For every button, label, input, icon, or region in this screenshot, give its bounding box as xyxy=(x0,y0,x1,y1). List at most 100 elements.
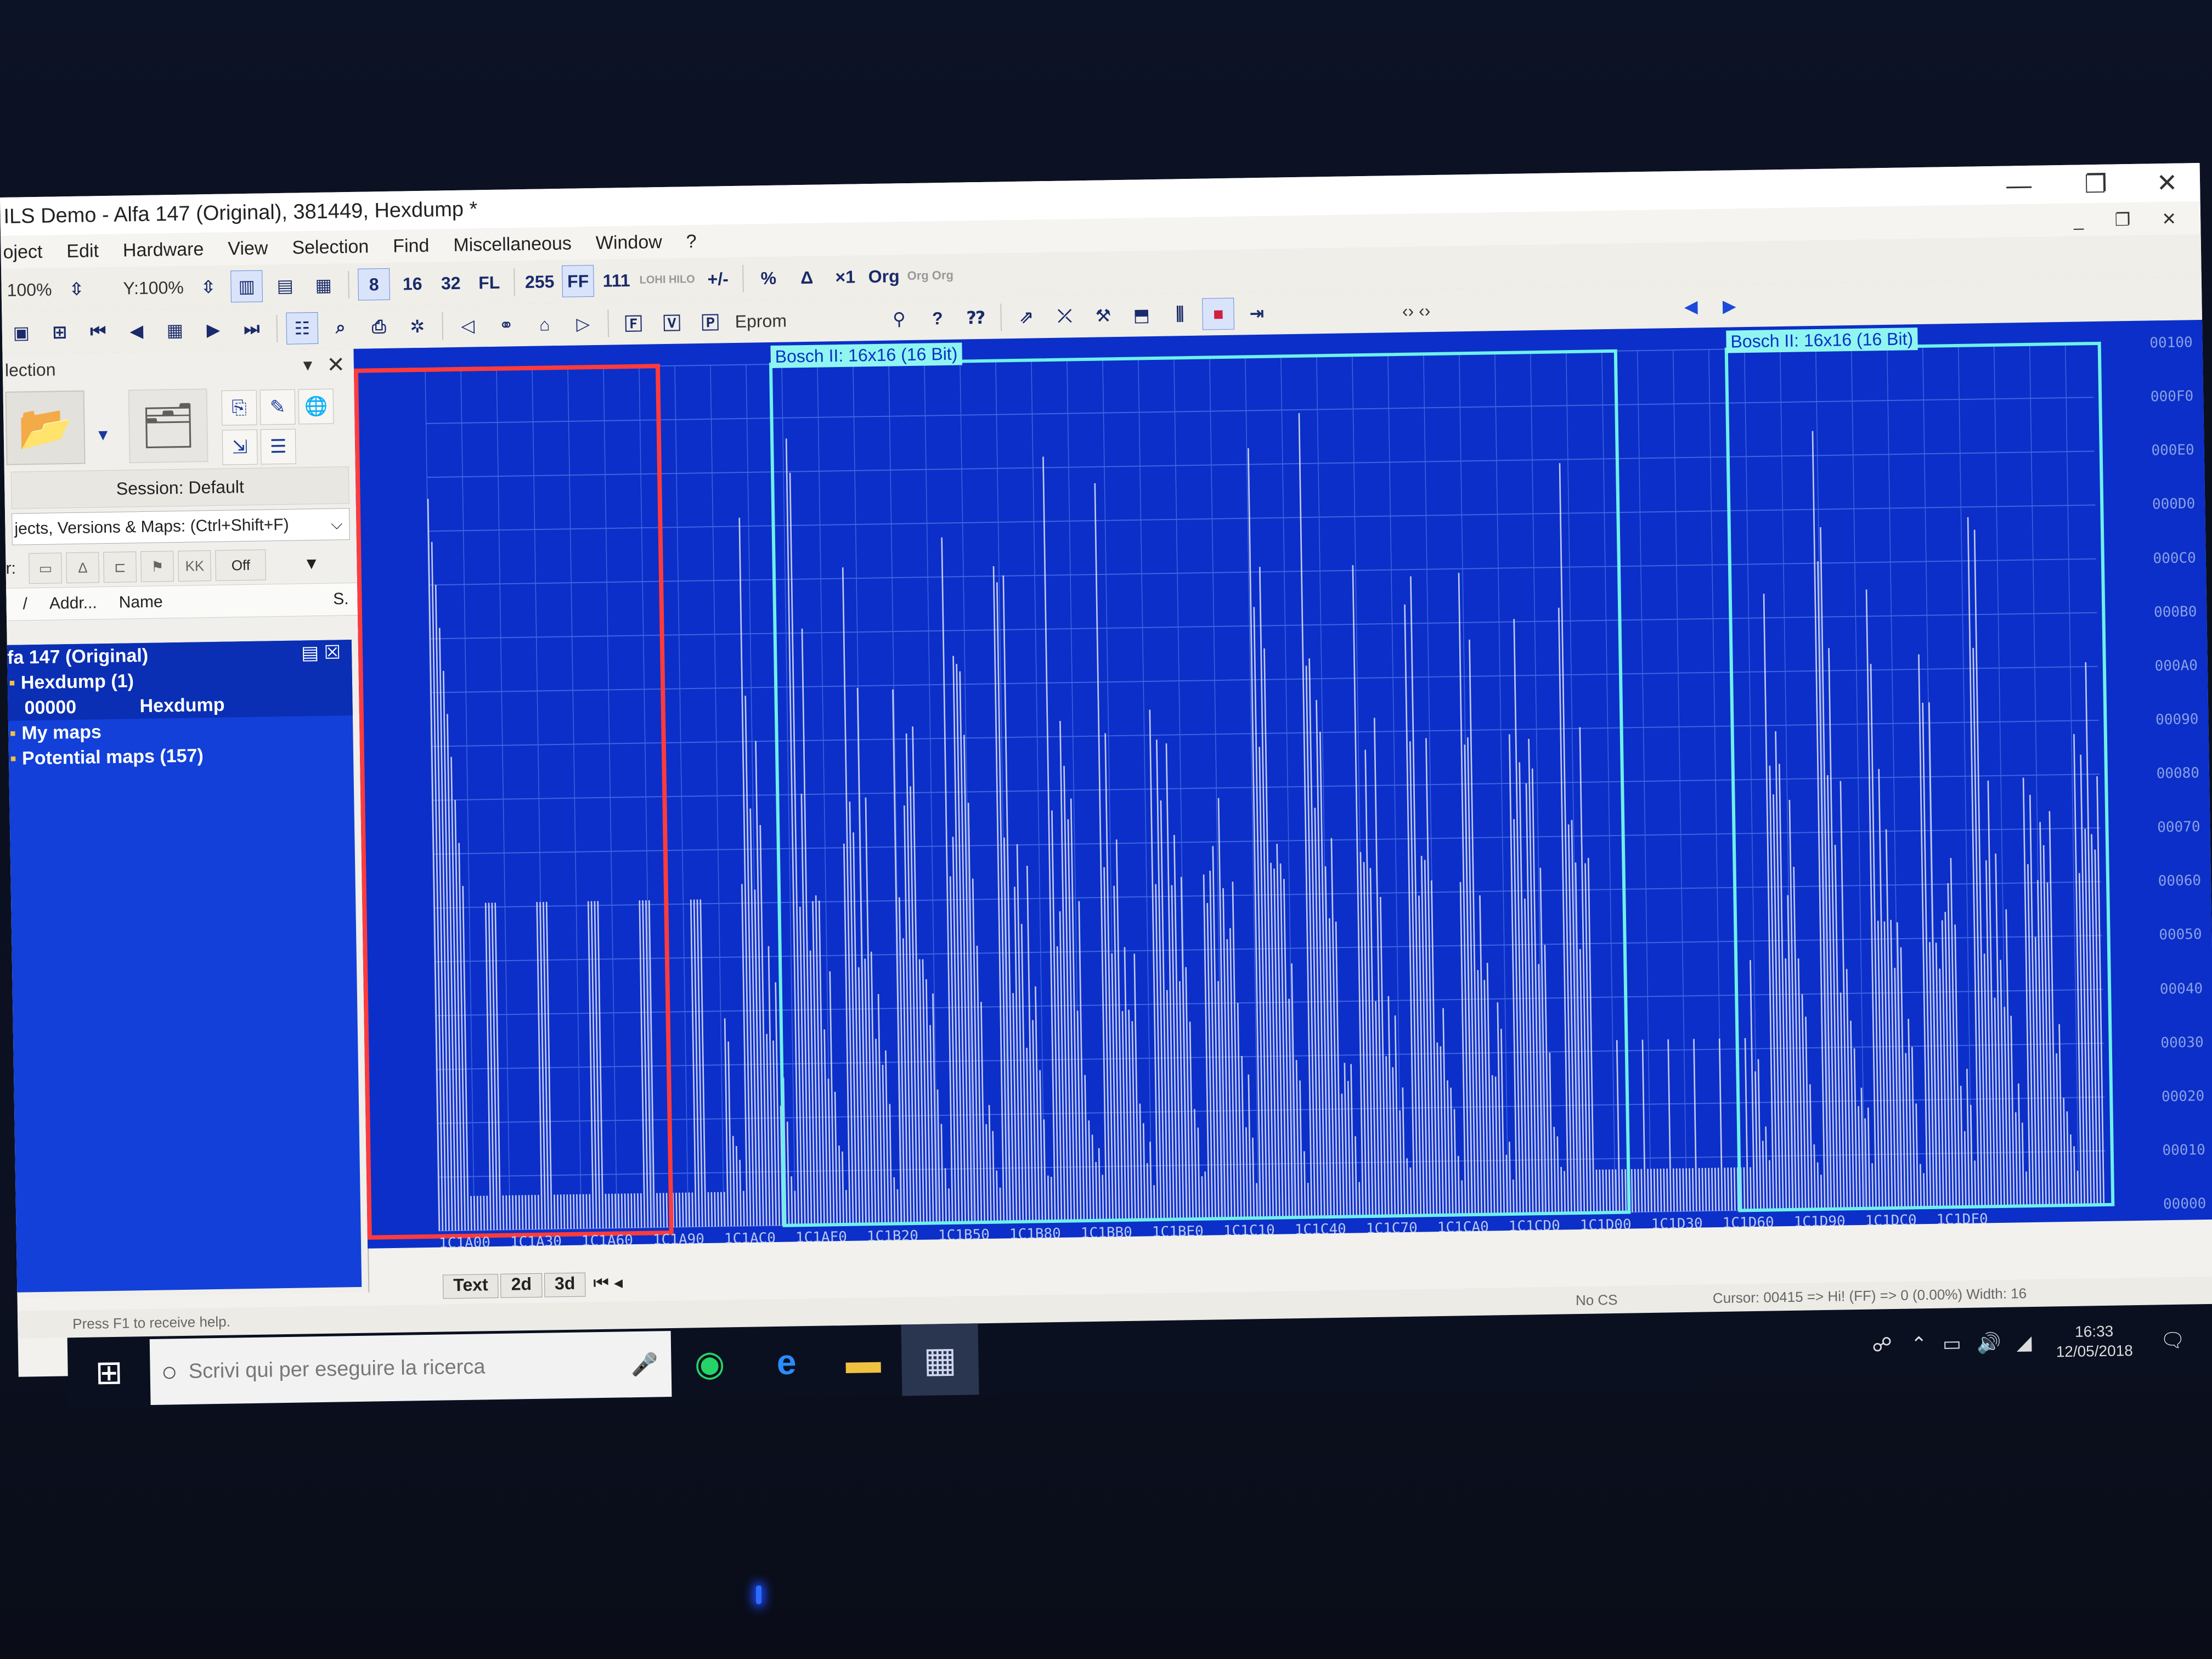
scroll-start-icon[interactable]: ⏮ ◂ xyxy=(593,1272,623,1296)
map-label[interactable]: Bosch II: 16x16 (16 Bit) xyxy=(1726,328,1918,353)
tree-item-potential-maps[interactable]: ▪ Potential maps (157) xyxy=(9,741,354,771)
menu-hardware[interactable]: Hardware xyxy=(111,238,216,261)
view-columns-icon[interactable]: ▤ xyxy=(269,269,301,302)
previous-map-icon[interactable]: ◀ xyxy=(1675,290,1707,323)
mode-dropdown[interactable]: Eprom xyxy=(729,311,792,332)
pin-icon[interactable]: ⚲ xyxy=(883,303,915,335)
tab-3d[interactable]: 3d xyxy=(544,1272,586,1297)
v-box-icon[interactable]: 🅅 xyxy=(656,306,688,338)
back-arrow-icon[interactable]: ◁ xyxy=(452,309,484,342)
taskbar-search-input[interactable]: ○ Scrivi qui per eseguire la ricerca 🎤 xyxy=(149,1331,672,1405)
context-help-icon[interactable]: ⁇ xyxy=(960,302,992,334)
notifications-icon[interactable]: 🗨 xyxy=(2160,1329,2185,1352)
tray-expand-icon[interactable]: ⌃ xyxy=(1910,1333,1927,1356)
export-icon[interactable]: ⬒ xyxy=(1125,299,1158,331)
map-label[interactable]: Bosch II: 16x16 (16 Bit) xyxy=(770,342,962,368)
panel-close-icon[interactable]: ✕ xyxy=(326,352,345,378)
close-button[interactable]: ✕ xyxy=(2129,163,2206,202)
session-label[interactable]: Session: Default xyxy=(10,466,349,509)
tab-text[interactable]: Text xyxy=(442,1273,499,1299)
volume-icon[interactable]: 🔊 xyxy=(1977,1331,2001,1355)
next-map-icon[interactable]: ▶ xyxy=(1713,290,1746,322)
microphone-icon[interactable]: 🎤 xyxy=(630,1351,658,1378)
print-icon[interactable]: ⎙ xyxy=(363,311,395,343)
globe-icon[interactable]: 🌐 xyxy=(298,388,334,425)
range-arrows[interactable]: ‹› ‹› xyxy=(1397,300,1436,321)
filter-delta-icon[interactable]: Δ xyxy=(66,552,100,584)
insert-column-icon[interactable]: ⇥ xyxy=(1240,297,1273,330)
filter-off-button[interactable]: Off xyxy=(215,549,267,581)
graph-tool-icon[interactable]: ⚒ xyxy=(1087,300,1119,332)
file-explorer-icon[interactable]: ▬ xyxy=(824,1324,902,1397)
project-icon[interactable]: 🗂 xyxy=(128,388,208,464)
open-dropdown-icon[interactable]: ▾ xyxy=(86,417,120,452)
restore-button[interactable]: ❐ xyxy=(2057,164,2135,204)
tree-view-icon[interactable]: ☷ xyxy=(286,312,319,345)
filter-bits-icon[interactable]: ▭ xyxy=(29,552,63,584)
menu-selection[interactable]: Selection xyxy=(280,236,381,259)
filter-kk-icon[interactable]: KK xyxy=(178,550,212,582)
binoculars-icon[interactable]: ⚭ xyxy=(490,309,522,341)
view-grid-icon[interactable]: ▦ xyxy=(307,269,340,301)
column-size[interactable]: S. xyxy=(333,590,349,608)
import-icon[interactable]: ⊞ xyxy=(43,316,76,348)
menu-miscellaneous[interactable]: Miscellaneous xyxy=(441,233,584,256)
first-icon[interactable]: ⏮ xyxy=(82,315,114,348)
tab-2d[interactable]: 2d xyxy=(500,1273,543,1298)
filter-range-icon[interactable]: ⊏ xyxy=(103,551,137,583)
wifi-icon[interactable]: ◢ xyxy=(2016,1331,2032,1354)
graph-up-icon[interactable]: ⇗ xyxy=(1010,301,1042,333)
delta-button[interactable]: Δ xyxy=(791,261,823,294)
zoom-x-field[interactable]: 100% xyxy=(1,279,57,301)
columns-dropdown-icon[interactable]: ⫼ xyxy=(1164,298,1196,331)
project-search-input[interactable]: jects, Versions & Maps: (Ctrl+Shift+F) ⌵ xyxy=(12,508,350,545)
next-icon[interactable]: ▶ xyxy=(197,313,229,346)
wizard-icon[interactable]: ✲ xyxy=(401,311,433,343)
zoom-x-spinner-icon[interactable]: ⇳ xyxy=(60,273,93,305)
open-folder-icon[interactable]: 📂 xyxy=(5,390,86,465)
previous-icon[interactable]: ◀ xyxy=(120,315,153,347)
percent-button[interactable]: % xyxy=(752,262,785,295)
float-button[interactable]: FL xyxy=(473,267,505,299)
graph-canvas[interactable] xyxy=(353,320,2212,1249)
tree-item-actions-icon[interactable]: ▤ ☒ xyxy=(301,641,341,664)
edit-icon[interactable]: ✎ xyxy=(259,389,296,425)
minimize-button[interactable]: — xyxy=(1980,165,2058,205)
taskbar-clock[interactable]: 16:33 12/05/2018 xyxy=(2056,1321,2133,1362)
menu-find[interactable]: Find xyxy=(381,235,442,257)
menu-window[interactable]: Window xyxy=(584,231,675,254)
panel-dropdown-icon[interactable]: ▼ xyxy=(300,357,315,374)
lohi-button[interactable]: LOHI HILO xyxy=(639,263,696,296)
menu-edit[interactable]: Edit xyxy=(54,240,111,262)
mdi-controls[interactable]: _ ❐ ✕ xyxy=(2074,208,2190,230)
zoom-y-field[interactable]: Y:100% xyxy=(117,277,189,298)
f-box-icon[interactable]: 🄵 xyxy=(617,307,650,339)
column-name[interactable]: Name xyxy=(119,592,163,612)
windows-start-icon[interactable]: ⊞ xyxy=(67,1336,151,1409)
home-icon[interactable]: ⌂ xyxy=(528,308,561,341)
save-icon[interactable]: ▣ xyxy=(5,317,37,349)
original-button[interactable]: Org xyxy=(867,260,900,292)
ecu-tool-app-icon[interactable]: ▦ xyxy=(901,1323,979,1396)
hex-ff-button[interactable]: FF xyxy=(562,265,595,297)
filter-flag-icon[interactable]: ⚑ xyxy=(140,551,174,583)
menu-project[interactable]: oject xyxy=(1,241,54,263)
menu-help[interactable]: ? xyxy=(674,230,709,252)
last-icon[interactable]: ⏭ xyxy=(235,313,268,345)
edge-browser-icon[interactable]: e xyxy=(748,1326,826,1398)
decimal-255-button[interactable]: 255 xyxy=(523,266,556,298)
properties-icon[interactable]: ☰ xyxy=(260,428,296,465)
help-icon[interactable]: ? xyxy=(921,302,953,335)
zoom-y-spinner-icon[interactable]: ⇳ xyxy=(192,271,224,303)
column-address[interactable]: Addr... xyxy=(49,594,97,613)
hexdump-graph[interactable]: Bosch II: 16x16 (16 Bit) Bosch II: 16x16… xyxy=(353,319,2212,1249)
battery-icon[interactable]: ▭ xyxy=(1943,1332,1962,1356)
search-icon[interactable]: ⌕ xyxy=(324,312,357,344)
bit-8-button[interactable]: 8 xyxy=(358,268,391,301)
new-icon[interactable]: ⎘ xyxy=(221,390,257,426)
forward-arrow-icon[interactable]: ▷ xyxy=(567,308,599,340)
column-sort[interactable]: / xyxy=(22,595,27,613)
p-box-icon[interactable]: 🄿 xyxy=(694,306,726,338)
sign-button[interactable]: +/- xyxy=(702,263,734,295)
menu-view[interactable]: View xyxy=(216,237,280,259)
